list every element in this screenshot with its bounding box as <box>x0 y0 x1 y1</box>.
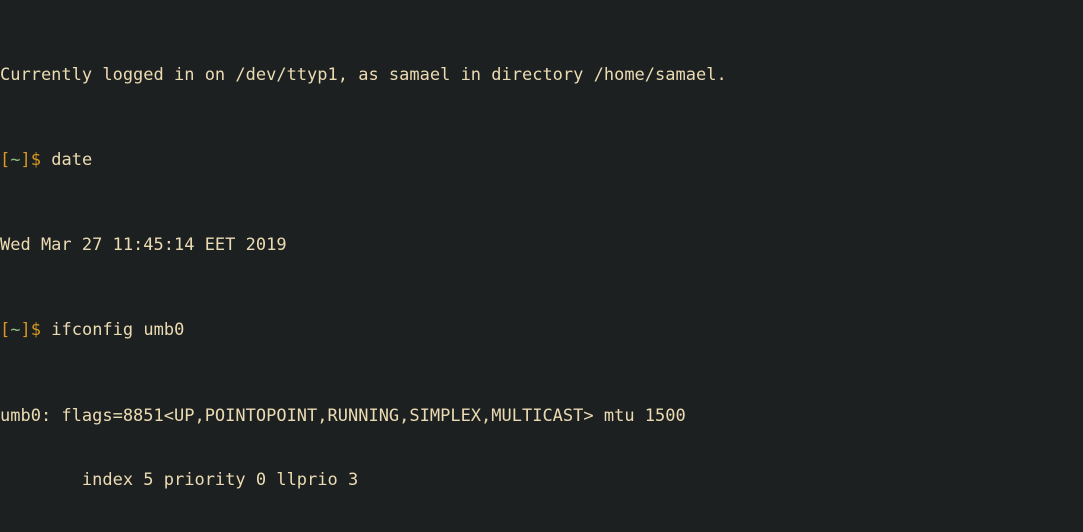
prompt-open-bracket: [ <box>0 150 11 171</box>
terminal-screen: Currently logged in on /dev/ttyp1, as sa… <box>0 0 1083 532</box>
ifconfig-output-line: umb0: flags=8851<UP,POINTOPOINT,RUNNING,… <box>0 406 1083 427</box>
prompt-close-bracket: ] <box>20 150 31 171</box>
prompt-line-ifconfig: [~]$ ifconfig umb0 <box>0 320 1083 341</box>
prompt-tilde: ~ <box>10 320 21 341</box>
prompt-open-bracket: [ <box>0 320 11 341</box>
command-date: date <box>51 150 93 171</box>
prompt-tilde: ~ <box>10 150 21 171</box>
command-ifconfig: ifconfig umb0 <box>51 320 185 341</box>
prompt-close-bracket: ] <box>20 320 31 341</box>
date-output-line: Wed Mar 27 11:45:14 EET 2019 <box>0 235 1083 256</box>
prompt-line-date: [~]$ date <box>0 150 1083 171</box>
ifconfig-output-line: index 5 priority 0 llprio 3 <box>0 470 1083 491</box>
ifconfig-line-text: umb0: flags=8851<UP,POINTOPOINT,RUNNING,… <box>0 405 686 426</box>
terminal-window[interactable]: Currently logged in on /dev/ttyp1, as sa… <box>0 0 1083 532</box>
login-banner-text: Currently logged in on /dev/ttyp1, as sa… <box>0 64 727 85</box>
login-banner-line: Currently logged in on /dev/ttyp1, as sa… <box>0 65 1083 86</box>
prompt-dollar: $ <box>30 150 41 171</box>
ifconfig-line-text: index 5 priority 0 llprio 3 <box>0 469 359 490</box>
prompt-dollar: $ <box>30 320 41 341</box>
date-output-text: Wed Mar 27 11:45:14 EET 2019 <box>0 235 287 256</box>
